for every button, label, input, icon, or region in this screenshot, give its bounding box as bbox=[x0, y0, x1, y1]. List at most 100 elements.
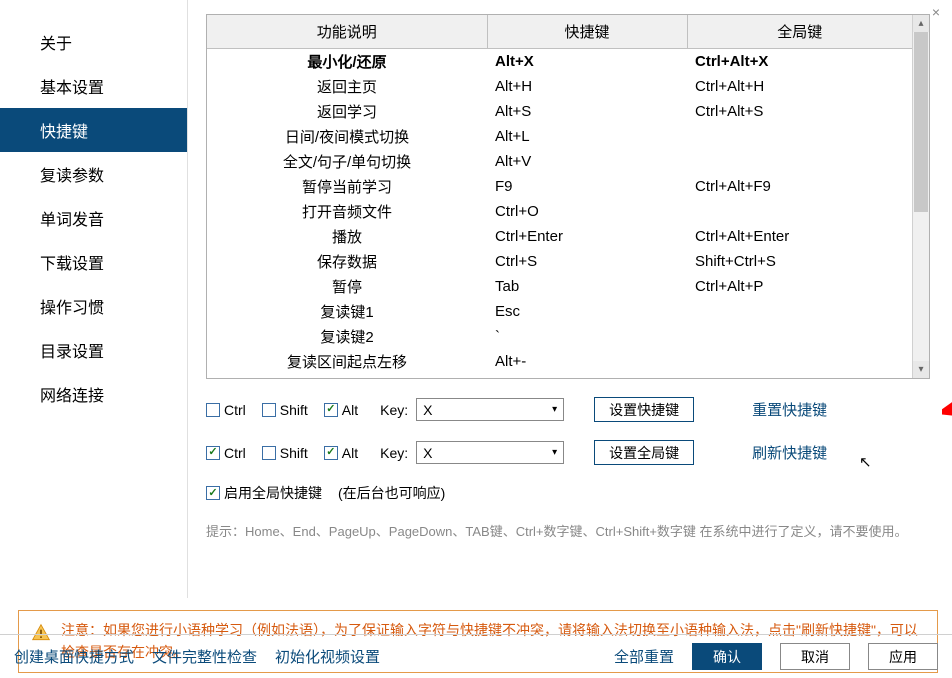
shortcut-table-scroll: 功能说明快捷键全局键 最小化/还原Alt+XCtrl+Alt+X返回主页Alt+… bbox=[207, 15, 912, 378]
table-row[interactable]: 复读区间起点左移Alt+- bbox=[207, 349, 912, 374]
apply-button[interactable]: 应用 bbox=[868, 643, 938, 670]
cell: 暂停当前学习 bbox=[207, 174, 487, 199]
cell: 返回学习 bbox=[207, 99, 487, 124]
content: 功能说明快捷键全局键 最小化/还原Alt+XCtrl+Alt+X返回主页Alt+… bbox=[188, 0, 952, 598]
sidebar: 关于基本设置快捷键复读参数单词发音下载设置操作习惯目录设置网络连接 bbox=[0, 0, 188, 598]
cell: Ctrl+Alt+P bbox=[687, 274, 912, 299]
table-row[interactable]: 返回学习Alt+SCtrl+Alt+S bbox=[207, 99, 912, 124]
cell bbox=[687, 199, 912, 224]
cell: 打开音频文件 bbox=[207, 199, 487, 224]
shortcut-table-wrap: 功能说明快捷键全局键 最小化/还原Alt+XCtrl+Alt+X返回主页Alt+… bbox=[206, 14, 930, 379]
scroll-up-icon[interactable]: ▴ bbox=[913, 15, 929, 32]
cell: 复读键2 bbox=[207, 324, 487, 349]
ctrl-checkbox-1[interactable]: Ctrl bbox=[206, 402, 246, 418]
table-row[interactable]: 播放Ctrl+EnterCtrl+Alt+Enter bbox=[207, 224, 912, 249]
cell: 暂停 bbox=[207, 274, 487, 299]
enable-global-suffix: (在后台也可响应) bbox=[338, 483, 445, 503]
hint-text: 提示：Home、End、PageUp、PageDown、TAB键、Ctrl+数字… bbox=[206, 521, 930, 540]
main-area: 关于基本设置快捷键复读参数单词发音下载设置操作习惯目录设置网络连接 功能说明快捷… bbox=[0, 0, 952, 598]
shortcut-modifier-row: Ctrl Shift Alt Key: X 设置快捷键 重置快捷键 bbox=[206, 397, 930, 422]
cell bbox=[687, 299, 912, 324]
cell: Ctrl+Enter bbox=[487, 224, 687, 249]
cell: 复读区间起点左移 bbox=[207, 349, 487, 374]
cell: Alt+- bbox=[487, 349, 687, 374]
cell: 日间/夜间模式切换 bbox=[207, 124, 487, 149]
key-label-1: Key: bbox=[380, 402, 408, 418]
cell: 播放 bbox=[207, 224, 487, 249]
shortcut-table: 功能说明快捷键全局键 最小化/还原Alt+XCtrl+Alt+X返回主页Alt+… bbox=[207, 15, 912, 374]
set-shortcut-button[interactable]: 设置快捷键 bbox=[594, 397, 694, 422]
global-modifier-row: Ctrl Shift Alt Key: X 设置全局键 刷新快捷键 bbox=[206, 440, 930, 465]
scroll-down-icon[interactable]: ▾ bbox=[913, 361, 929, 378]
scrollbar[interactable]: ▴ ▾ bbox=[912, 15, 929, 378]
table-row[interactable]: 暂停TabCtrl+Alt+P bbox=[207, 274, 912, 299]
sidebar-item-6[interactable]: 操作习惯 bbox=[0, 284, 187, 328]
cell: 复读键1 bbox=[207, 299, 487, 324]
table-row[interactable]: 日间/夜间模式切换Alt+L bbox=[207, 124, 912, 149]
cell: 返回主页 bbox=[207, 74, 487, 99]
table-row[interactable]: 暂停当前学习F9Ctrl+Alt+F9 bbox=[207, 174, 912, 199]
sidebar-item-7[interactable]: 目录设置 bbox=[0, 328, 187, 372]
table-row[interactable]: 复读键2` bbox=[207, 324, 912, 349]
sidebar-item-1[interactable]: 基本设置 bbox=[0, 64, 187, 108]
cell: Ctrl+Alt+X bbox=[687, 49, 912, 75]
cell: 保存数据 bbox=[207, 249, 487, 274]
cell: Alt+L bbox=[487, 124, 687, 149]
cell: F9 bbox=[487, 174, 687, 199]
shift-checkbox-2[interactable]: Shift bbox=[262, 445, 308, 461]
init-video-settings-link[interactable]: 初始化视频设置 bbox=[275, 646, 380, 667]
cell: Ctrl+Alt+F9 bbox=[687, 174, 912, 199]
cell: Alt+S bbox=[487, 99, 687, 124]
cell: Esc bbox=[487, 299, 687, 324]
ok-button[interactable]: 确认 bbox=[692, 643, 762, 670]
cell: Ctrl+Alt+H bbox=[687, 74, 912, 99]
cell: ` bbox=[487, 324, 687, 349]
enable-global-row: 启用全局快捷键 (在后台也可响应) bbox=[206, 483, 930, 503]
sidebar-item-0[interactable]: 关于 bbox=[0, 20, 187, 64]
cell: Tab bbox=[487, 274, 687, 299]
sidebar-item-3[interactable]: 复读参数 bbox=[0, 152, 187, 196]
table-row[interactable]: 复读键1Esc bbox=[207, 299, 912, 324]
column-header-0[interactable]: 功能说明 bbox=[207, 15, 487, 49]
key-label-2: Key: bbox=[380, 445, 408, 461]
scroll-thumb[interactable] bbox=[914, 32, 928, 212]
reset-shortcut-link[interactable]: 重置快捷键 bbox=[752, 399, 827, 420]
sidebar-item-8[interactable]: 网络连接 bbox=[0, 372, 187, 416]
cell bbox=[687, 149, 912, 174]
arrow-annotation bbox=[942, 365, 952, 425]
footer: 创建桌面快捷方式 文件完整性检查 初始化视频设置 全部重置 确认 取消 应用 bbox=[0, 634, 952, 678]
table-row[interactable]: 全文/句子/单句切换Alt+V bbox=[207, 149, 912, 174]
table-row[interactable]: 保存数据Ctrl+SShift+Ctrl+S bbox=[207, 249, 912, 274]
cell: Ctrl+Alt+S bbox=[687, 99, 912, 124]
cancel-button[interactable]: 取消 bbox=[780, 643, 850, 670]
refresh-shortcut-link[interactable]: 刷新快捷键 bbox=[752, 442, 827, 463]
sidebar-item-5[interactable]: 下载设置 bbox=[0, 240, 187, 284]
cell: Alt+V bbox=[487, 149, 687, 174]
cell: Shift+Ctrl+S bbox=[687, 249, 912, 274]
alt-checkbox-2[interactable]: Alt bbox=[324, 445, 358, 461]
cell: 最小化/还原 bbox=[207, 49, 487, 75]
file-integrity-check-link[interactable]: 文件完整性检查 bbox=[152, 646, 257, 667]
sidebar-item-2[interactable]: 快捷键 bbox=[0, 108, 187, 152]
cell: 全文/句子/单句切换 bbox=[207, 149, 487, 174]
cell: Alt+X bbox=[487, 49, 687, 75]
sidebar-item-4[interactable]: 单词发音 bbox=[0, 196, 187, 240]
cell bbox=[687, 324, 912, 349]
cell: Alt+H bbox=[487, 74, 687, 99]
column-header-1[interactable]: 快捷键 bbox=[487, 15, 687, 49]
table-row[interactable]: 返回主页Alt+HCtrl+Alt+H bbox=[207, 74, 912, 99]
reset-all-link[interactable]: 全部重置 bbox=[614, 646, 674, 667]
key-select-2[interactable]: X bbox=[416, 441, 564, 464]
create-desktop-shortcut-link[interactable]: 创建桌面快捷方式 bbox=[14, 646, 134, 667]
set-global-button[interactable]: 设置全局键 bbox=[594, 440, 694, 465]
table-row[interactable]: 打开音频文件Ctrl+O bbox=[207, 199, 912, 224]
ctrl-checkbox-2[interactable]: Ctrl bbox=[206, 445, 246, 461]
alt-checkbox-1[interactable]: Alt bbox=[324, 402, 358, 418]
column-header-2[interactable]: 全局键 bbox=[687, 15, 912, 49]
key-select-1[interactable]: X bbox=[416, 398, 564, 421]
table-row[interactable]: 最小化/还原Alt+XCtrl+Alt+X bbox=[207, 49, 912, 75]
cell: Ctrl+S bbox=[487, 249, 687, 274]
enable-global-checkbox[interactable]: 启用全局快捷键 bbox=[206, 483, 322, 503]
cell bbox=[687, 349, 912, 374]
shift-checkbox-1[interactable]: Shift bbox=[262, 402, 308, 418]
